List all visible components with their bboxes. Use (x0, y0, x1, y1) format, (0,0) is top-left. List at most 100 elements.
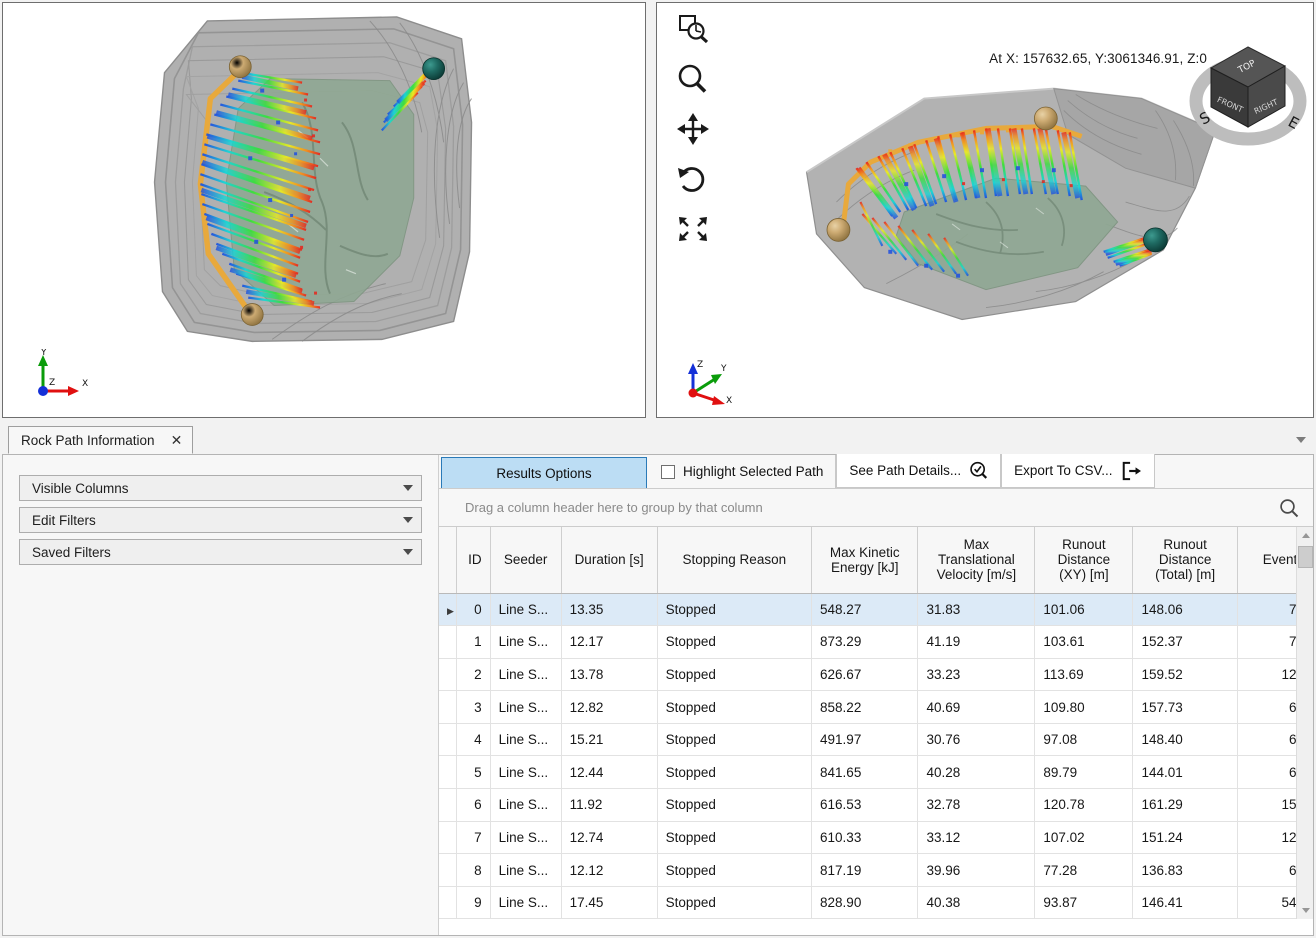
column-header-max-ke[interactable]: Max Kinetic Energy [kJ] (811, 527, 919, 594)
cell-runout-total[interactable]: 148.40 (1132, 723, 1238, 757)
table-row[interactable]: 7 Line S... 12.74 Stopped 610.33 33.12 107.02 1… (439, 821, 1314, 855)
cell-seeder[interactable]: Line S... (490, 625, 562, 659)
cell-runout-xy[interactable]: 113.69 (1034, 658, 1134, 692)
cell-duration[interactable]: 13.78 (561, 658, 658, 692)
cell-stopping[interactable]: Stopped (657, 853, 813, 887)
cell-id[interactable]: 9 (456, 886, 491, 920)
row-indicator[interactable] (439, 821, 458, 855)
cell-seeder[interactable]: Line S... (490, 853, 562, 887)
row-indicator[interactable] (439, 755, 458, 790)
row-indicator[interactable] (439, 625, 458, 659)
table-row[interactable]: 6 Line S... 11.92 Stopped 616.53 32.78 120.78 1… (439, 788, 1314, 822)
cell-seeder[interactable]: Line S... (490, 658, 562, 692)
scroll-up-arrow[interactable] (1297, 527, 1314, 544)
cell-runout-xy[interactable]: 97.08 (1034, 723, 1134, 757)
close-icon[interactable]: ✕ (171, 433, 183, 447)
cell-runout-total[interactable]: 151.24 (1132, 821, 1238, 855)
cell-stopping[interactable]: Stopped (657, 886, 813, 920)
cell-runout-xy[interactable]: 101.06 (1034, 593, 1134, 627)
cell-seeder[interactable]: Line S... (490, 723, 562, 757)
column-header-max-vel[interactable]: Max Translational Velocity [m/s] (917, 527, 1036, 594)
cell-max-vel[interactable]: 32.78 (917, 788, 1036, 822)
table-row[interactable]: 8 Line S... 12.12 Stopped 817.19 39.96 77.28 13… (439, 853, 1314, 887)
cell-seeder[interactable]: Line S... (490, 788, 562, 822)
cell-runout-xy[interactable]: 89.79 (1034, 755, 1134, 790)
cell-max-vel[interactable]: 40.69 (917, 690, 1036, 724)
cell-max-ke[interactable]: 841.65 (811, 755, 919, 790)
table-row[interactable]: 3 Line S... 12.82 Stopped 858.22 40.69 109.80 1… (439, 690, 1314, 724)
column-header-id[interactable]: ID (456, 527, 491, 594)
row-indicator[interactable] (439, 690, 458, 724)
row-indicator[interactable] (439, 853, 458, 887)
cell-id[interactable]: 3 (456, 690, 491, 724)
cell-max-vel[interactable]: 31.83 (917, 593, 1036, 627)
cell-max-ke[interactable]: 828.90 (811, 886, 919, 920)
row-indicator[interactable] (439, 788, 458, 822)
table-row[interactable]: 1 Line S... 12.17 Stopped 873.29 41.19 103.61 1… (439, 625, 1314, 659)
cell-stopping[interactable]: Stopped (657, 690, 813, 724)
row-indicator[interactable] (439, 723, 458, 757)
chevron-down-icon[interactable] (1294, 434, 1308, 446)
cell-seeder[interactable]: Line S... (490, 690, 562, 724)
cell-stopping[interactable]: Stopped (657, 625, 813, 659)
scroll-down-arrow[interactable] (1297, 902, 1314, 919)
group-by-panel[interactable]: Drag a column header here to group by th… (439, 489, 1313, 527)
visible-columns-dropdown[interactable]: Visible Columns (19, 475, 422, 501)
zoom-window-icon[interactable] (673, 11, 713, 47)
cell-duration[interactable]: 17.45 (561, 886, 658, 920)
cell-runout-xy[interactable]: 107.02 (1034, 821, 1134, 855)
cell-max-ke[interactable]: 616.53 (811, 788, 919, 822)
cell-id[interactable]: 2 (456, 658, 491, 692)
scene-plan-view[interactable] (3, 3, 645, 417)
cell-max-ke[interactable]: 626.67 (811, 658, 919, 692)
see-path-details-button[interactable]: See Path Details... (836, 454, 1002, 488)
row-indicator[interactable] (439, 886, 458, 920)
row-indicator[interactable]: ▶ (439, 593, 458, 627)
table-row[interactable]: 5 Line S... 12.44 Stopped 841.65 40.28 89.79 14… (439, 755, 1314, 790)
cell-stopping[interactable]: Stopped (657, 755, 813, 790)
cell-runout-total[interactable]: 152.37 (1132, 625, 1238, 659)
cell-runout-total[interactable]: 144.01 (1132, 755, 1238, 790)
table-row[interactable]: 4 Line S... 15.21 Stopped 491.97 30.76 97.08 14… (439, 723, 1314, 757)
cell-max-vel[interactable]: 33.12 (917, 821, 1036, 855)
column-header-duration[interactable]: Duration [s] (561, 527, 658, 594)
cell-id[interactable]: 5 (456, 755, 491, 790)
pan-icon[interactable] (673, 111, 713, 147)
column-header-runout-xy[interactable]: Runout Distance (XY) [m] (1034, 527, 1134, 594)
column-header-runout-total[interactable]: Runout Distance (Total) [m] (1132, 527, 1238, 594)
saved-filters-dropdown[interactable]: Saved Filters (19, 539, 422, 565)
cell-runout-total[interactable]: 146.41 (1132, 886, 1238, 920)
cell-seeder[interactable]: Line S... (490, 886, 562, 920)
table-row[interactable]: 9 Line S... 17.45 Stopped 828.90 40.38 93.87 14… (439, 886, 1314, 920)
cell-max-ke[interactable]: 858.22 (811, 690, 919, 724)
cell-max-vel[interactable]: 39.96 (917, 853, 1036, 887)
grid-vertical-scrollbar[interactable] (1296, 527, 1314, 920)
highlight-selected-path-checkbox[interactable]: Highlight Selected Path (647, 455, 837, 488)
tab-rock-path-information[interactable]: Rock Path Information ✕ (8, 426, 194, 454)
cell-id[interactable]: 4 (456, 723, 491, 757)
cell-seeder[interactable]: Line S... (490, 755, 562, 790)
cell-max-vel[interactable]: 40.38 (917, 886, 1036, 920)
cell-stopping[interactable]: Stopped (657, 593, 813, 627)
table-row[interactable]: 2 Line S... 13.78 Stopped 626.67 33.23 113.69 1… (439, 658, 1314, 692)
viewport-plan-view[interactable]: Y Z X (2, 2, 646, 418)
cell-duration[interactable]: 13.35 (561, 593, 658, 627)
cell-max-vel[interactable]: 41.19 (917, 625, 1036, 659)
cell-id[interactable]: 1 (456, 625, 491, 659)
cell-max-vel[interactable]: 30.76 (917, 723, 1036, 757)
checkbox-box[interactable] (661, 464, 675, 479)
edit-filters-dropdown[interactable]: Edit Filters (19, 507, 422, 533)
cell-max-ke[interactable]: 548.27 (811, 593, 919, 627)
cell-duration[interactable]: 12.17 (561, 625, 658, 659)
cell-stopping[interactable]: Stopped (657, 821, 813, 855)
cell-max-ke[interactable]: 610.33 (811, 821, 919, 855)
cell-stopping[interactable]: Stopped (657, 658, 813, 692)
column-header-stopping[interactable]: Stopping Reason (657, 527, 813, 594)
cell-duration[interactable]: 15.21 (561, 723, 658, 757)
cell-max-vel[interactable]: 40.28 (917, 755, 1036, 790)
cell-runout-xy[interactable]: 103.61 (1034, 625, 1134, 659)
cell-runout-xy[interactable]: 93.87 (1034, 886, 1134, 920)
cell-duration[interactable]: 12.44 (561, 755, 658, 790)
cell-max-ke[interactable]: 873.29 (811, 625, 919, 659)
export-to-csv-button[interactable]: Export To CSV... (1001, 454, 1156, 488)
